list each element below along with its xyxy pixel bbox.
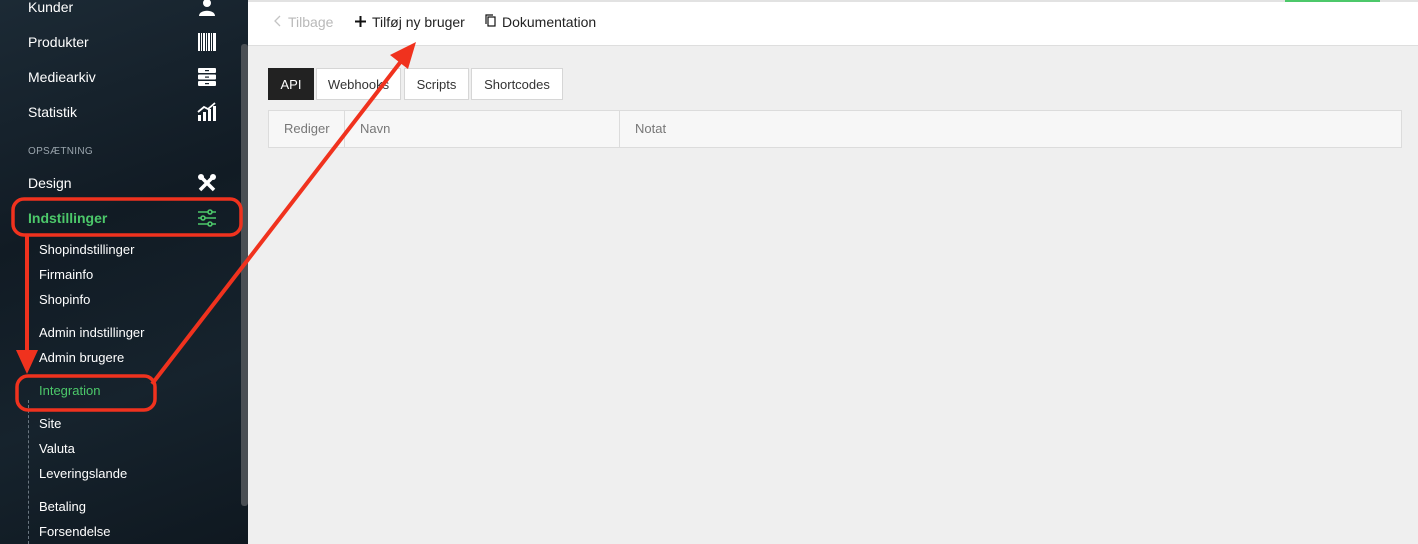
sidebar-item-label: Indstillinger xyxy=(28,210,108,226)
sidebar-item-mediearkiv[interactable]: Mediearkiv xyxy=(28,62,218,92)
sidebar-item-label: Design xyxy=(28,175,72,191)
documentation-label: Dokumentation xyxy=(502,14,597,30)
tab-label: Webhooks xyxy=(327,76,390,92)
sidebar-item-label: Kunder xyxy=(28,0,74,15)
barcode-icon xyxy=(196,31,218,53)
sidebar-scrollbar[interactable] xyxy=(241,44,248,506)
tab-label: Scripts xyxy=(416,76,457,92)
sidebar-item-indstillinger[interactable]: Indstillinger xyxy=(28,203,218,233)
column-header-rediger[interactable]: Rediger xyxy=(269,111,344,147)
copy-icon xyxy=(485,14,496,30)
subnav-admin-brugere[interactable]: Admin brugere xyxy=(39,348,124,368)
tools-icon xyxy=(196,172,218,194)
column-header-notat[interactable]: Notat xyxy=(619,111,1401,147)
sidebar-item-statistik[interactable]: Statistik xyxy=(28,97,218,127)
sidebar-item-design[interactable]: Design xyxy=(28,168,218,198)
subnav-leveringslande[interactable]: Leveringslande xyxy=(39,464,127,484)
tab-scripts[interactable]: Scripts xyxy=(404,68,469,100)
add-user-button[interactable]: Tilføj ny bruger xyxy=(355,14,465,30)
sidebar: Kunder Produkter Mediearkiv Statistik OP… xyxy=(0,0,248,544)
annotation-arrow-up-head xyxy=(390,42,416,69)
back-button[interactable]: Tilbage xyxy=(274,14,333,30)
subnav-shopinfo[interactable]: Shopinfo xyxy=(39,290,90,310)
subnav-site[interactable]: Site xyxy=(39,414,61,434)
subnav-betaling[interactable]: Betaling xyxy=(39,497,86,517)
subnav-forsendelse[interactable]: Forsendelse xyxy=(39,522,111,542)
back-label: Tilbage xyxy=(288,14,334,30)
sliders-icon xyxy=(196,207,218,229)
section-label: OPSÆTNING xyxy=(28,146,93,157)
subnav-integration[interactable]: Integration xyxy=(39,381,100,401)
toolbar-top-border xyxy=(248,0,1418,2)
add-user-label: Tilføj ny bruger xyxy=(372,14,465,30)
subnav-valuta[interactable]: Valuta xyxy=(39,439,75,459)
sidebar-item-kunder[interactable]: Kunder xyxy=(28,0,218,22)
toolbar-accent-bar xyxy=(1285,0,1380,2)
column-header-navn[interactable]: Navn xyxy=(344,111,619,147)
plus-icon xyxy=(355,14,366,30)
table-header: Rediger Navn Notat xyxy=(268,110,1402,148)
chart-icon xyxy=(196,101,218,123)
subnav-admin-indstillinger[interactable]: Admin indstillinger xyxy=(39,323,145,343)
tab-label: Shortcodes xyxy=(484,76,550,92)
submenu-guide-line xyxy=(28,400,29,544)
chevron-left-icon xyxy=(274,14,282,30)
documentation-button[interactable]: Dokumentation xyxy=(485,14,596,30)
tab-label: API xyxy=(280,76,302,92)
sidebar-item-label: Mediearkiv xyxy=(28,69,96,85)
sidebar-item-produkter[interactable]: Produkter xyxy=(28,27,218,57)
subnav-firmainfo[interactable]: Firmainfo xyxy=(39,265,93,285)
subnav-shopindstillinger[interactable]: Shopindstillinger xyxy=(39,240,134,260)
sidebar-item-label: Statistik xyxy=(28,104,78,120)
archive-icon xyxy=(196,66,218,88)
user-icon xyxy=(196,0,218,18)
tab-api[interactable]: API xyxy=(268,68,314,100)
tab-shortcodes[interactable]: Shortcodes xyxy=(471,68,563,100)
sidebar-item-label: Produkter xyxy=(28,34,89,50)
tab-webhooks[interactable]: Webhooks xyxy=(316,68,401,100)
